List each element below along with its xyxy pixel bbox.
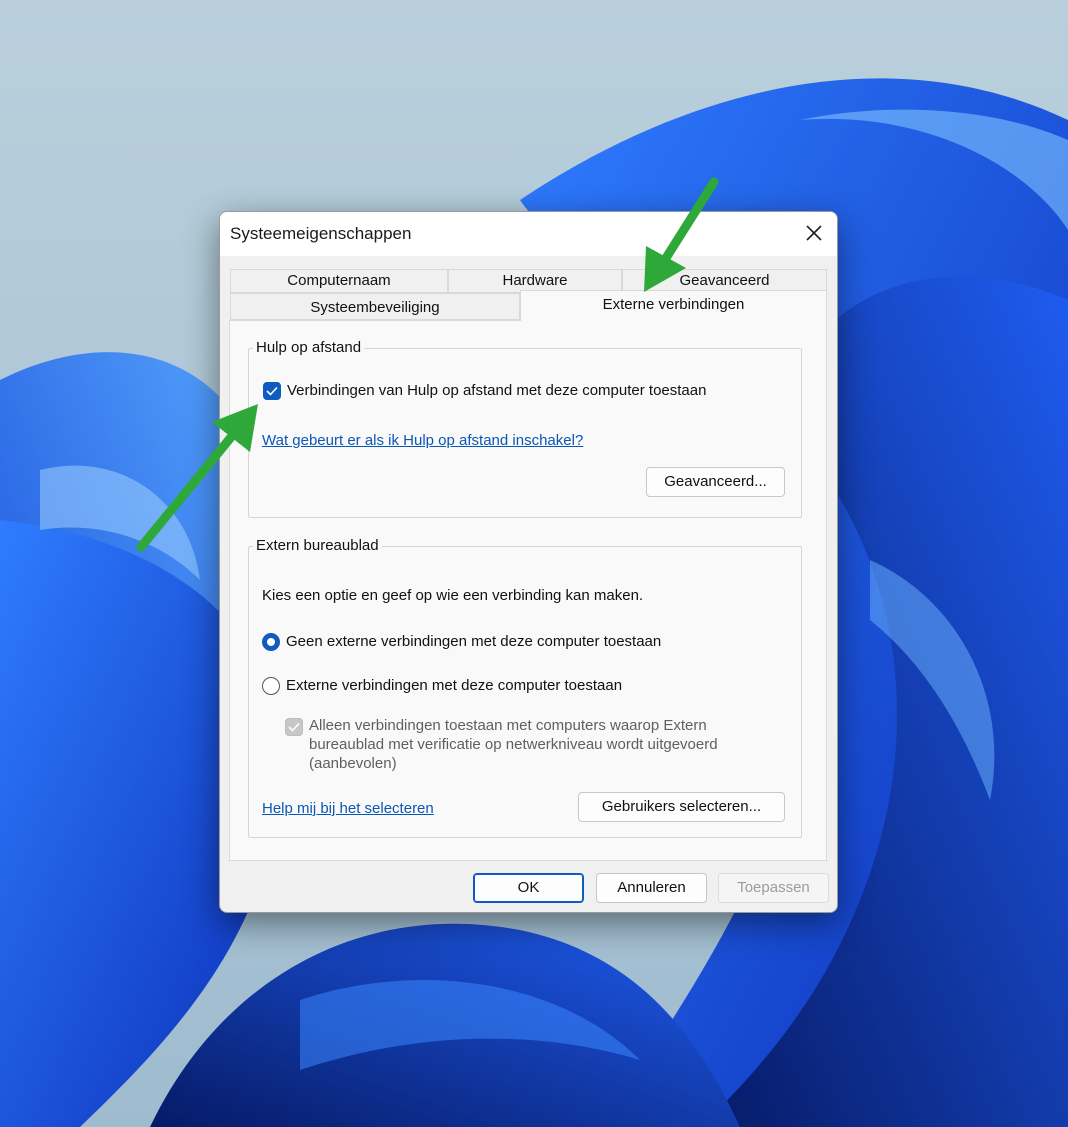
button-label: Annuleren [617, 879, 686, 896]
checkmark-icon [288, 722, 300, 732]
tab-label: Hardware [502, 272, 568, 289]
radio-allow-remote-connections[interactable] [262, 677, 280, 695]
remote-assistance-help-link[interactable]: Wat gebeurt er als ik Hulp op afstand in… [262, 432, 583, 449]
cancel-button[interactable]: Annuleren [596, 873, 707, 903]
tab-remote[interactable]: Externe verbindingen [520, 290, 827, 321]
tab-system-protection[interactable]: Systeembeveiliging [230, 293, 520, 320]
nla-only-label-line2: bureaublad met verificatie op netwerkniv… [309, 736, 718, 753]
tab-label: Externe verbindingen [602, 296, 745, 313]
remote-assistance-group: Hulp op afstand Verbindingen van Hulp op… [248, 339, 802, 518]
remote-desktop-group: Extern bureaublad Kies een optie en geef… [248, 537, 802, 838]
system-properties-dialog: Systeemeigenschappen Computernaam Hardwa… [219, 211, 838, 913]
nla-only-label-line1: Alleen verbindingen toestaan met compute… [309, 717, 707, 734]
radio-allow-remote-connections-label[interactable]: Externe verbindingen met deze computer t… [286, 677, 622, 694]
nla-only-label-line3: (aanbevolen) [309, 755, 397, 772]
button-label: OK [517, 879, 540, 896]
remote-desktop-legend: Extern bureaublad [253, 537, 382, 554]
allow-remote-assistance-label[interactable]: Verbindingen van Hulp op afstand met dez… [287, 382, 706, 399]
close-button[interactable] [791, 212, 837, 256]
button-label: Gebruikers selecteren... [601, 798, 762, 815]
radio-no-remote-connections[interactable] [262, 633, 280, 651]
button-label: Geavanceerd... [664, 473, 767, 490]
nla-only-checkbox[interactable] [285, 718, 303, 736]
remote-assistance-advanced-button[interactable]: Geavanceerd... [646, 467, 785, 497]
tab-label: Geavanceerd [679, 272, 770, 289]
tab-label: Systeembeveiliging [310, 299, 440, 316]
title-bar: Systeemeigenschappen [220, 212, 837, 256]
allow-remote-assistance-checkbox[interactable] [263, 382, 281, 400]
tab-panel-remote: Hulp op afstand Verbindingen van Hulp op… [229, 320, 827, 861]
remote-desktop-intro: Kies een optie en geef op wie een verbin… [262, 587, 644, 604]
help-me-choose-link[interactable]: Help mij bij het selecteren [262, 800, 434, 817]
close-icon [806, 225, 822, 241]
radio-no-remote-connections-label[interactable]: Geen externe verbindingen met deze compu… [286, 633, 661, 650]
apply-button[interactable]: Toepassen [718, 873, 829, 903]
select-users-button[interactable]: Gebruikers selecteren... [578, 792, 785, 822]
tab-computername[interactable]: Computernaam [230, 269, 448, 293]
ok-button[interactable]: OK [473, 873, 584, 903]
dialog-title: Systeemeigenschappen [230, 224, 412, 243]
tab-label: Computernaam [287, 272, 391, 289]
checkmark-icon [266, 386, 278, 396]
button-label: Toepassen [737, 879, 810, 896]
remote-assistance-legend: Hulp op afstand [253, 339, 365, 356]
